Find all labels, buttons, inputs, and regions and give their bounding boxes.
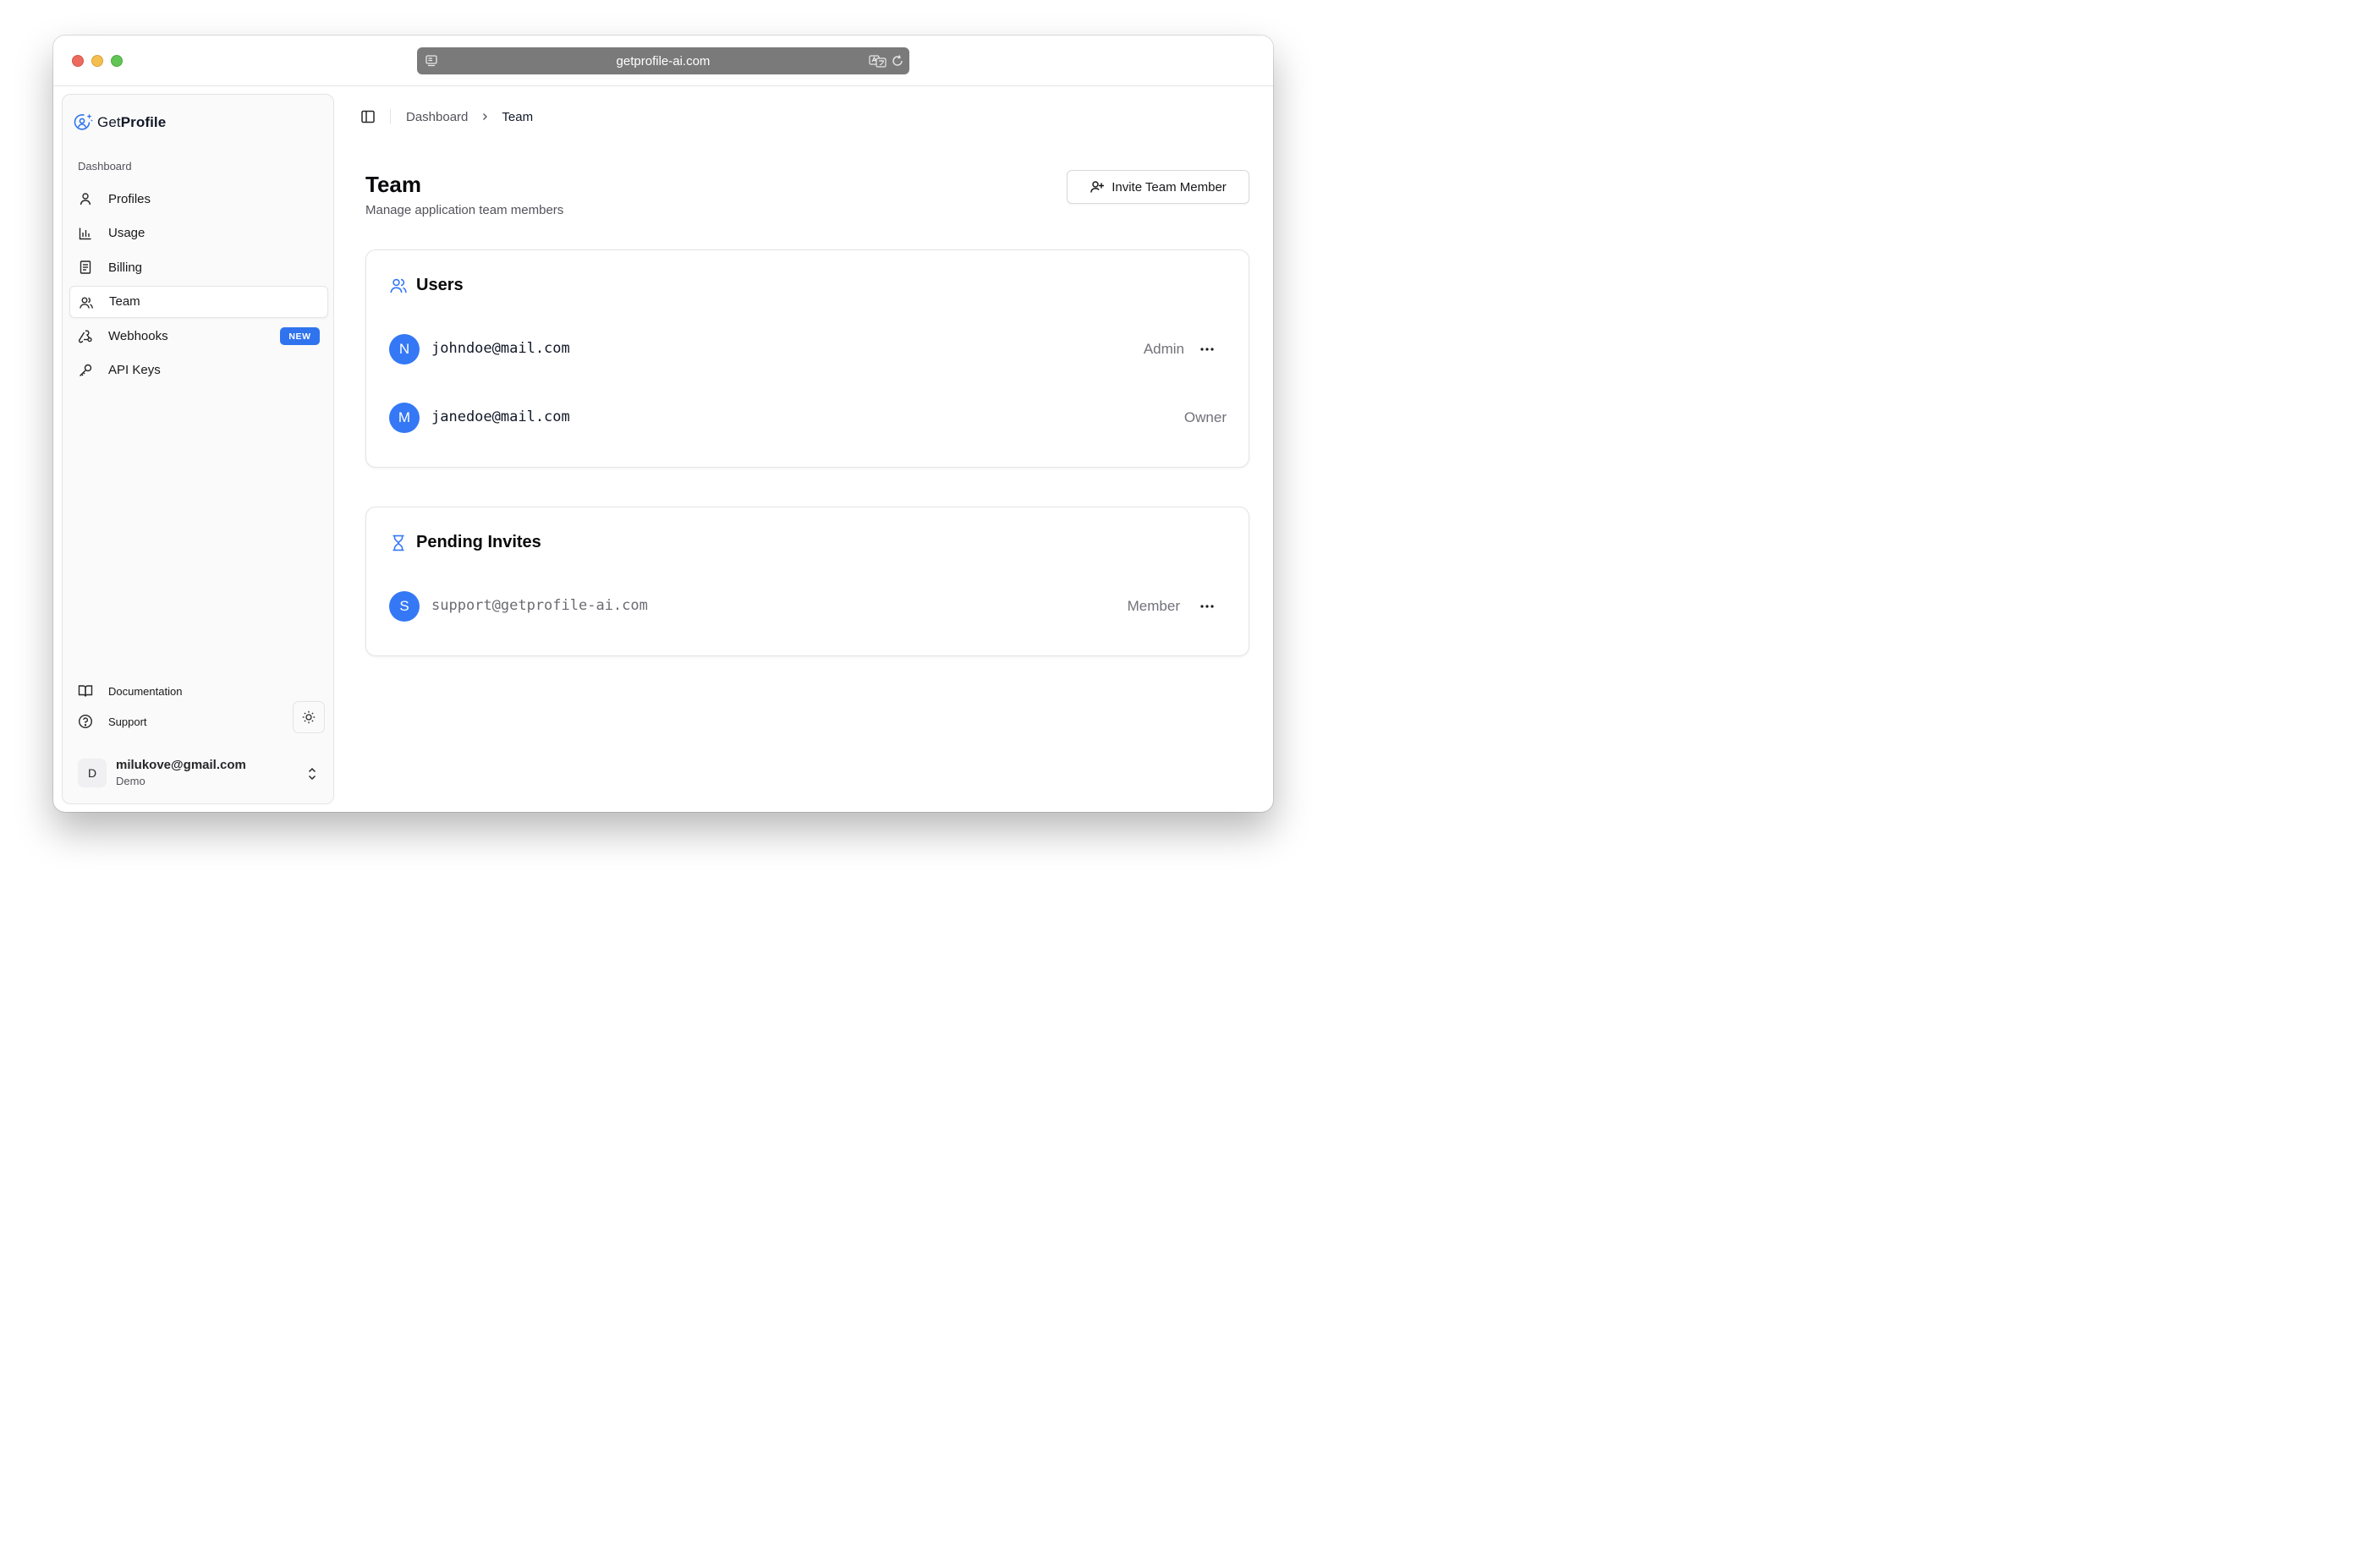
sidebar-item-webhooks[interactable]: Webhooks NEW	[69, 320, 328, 352]
page-subtitle: Manage application team members	[365, 203, 564, 217]
invite-role: Member	[1127, 598, 1180, 614]
table-row: M janedoe@mail.com Owner	[389, 403, 1227, 433]
table-row: N johndoe@mail.com Admin	[389, 334, 1227, 365]
sidebar-tab-icon[interactable]	[425, 54, 438, 68]
breadcrumb-current: Team	[502, 109, 534, 124]
sidebar-item-label: API Keys	[108, 363, 161, 378]
sidebar-nav: Profiles Usage Billing Team Webhooks NEW…	[69, 183, 328, 389]
brand-name: GetProfile	[97, 114, 167, 130]
minimize-window-button[interactable]	[91, 55, 103, 67]
member-role: Owner	[1183, 409, 1227, 425]
breadcrumb: Dashboard Team	[360, 108, 533, 125]
pending-card-title: Pending Invites	[416, 533, 541, 551]
user-icon	[80, 193, 91, 206]
new-badge: NEW	[280, 327, 320, 346]
receipt-icon	[80, 260, 91, 274]
row-actions-button[interactable]	[1198, 597, 1216, 616]
maximize-window-button[interactable]	[111, 55, 123, 67]
sidebar-item-label: Billing	[108, 260, 143, 275]
support-link[interactable]: Support	[78, 714, 147, 729]
sidebar-section-label: Dashboard	[78, 160, 132, 173]
sidebar-item-usage[interactable]: Usage	[69, 217, 328, 249]
hourglass-icon	[392, 535, 404, 551]
address-bar[interactable]: getprofile-ai.com	[417, 47, 909, 74]
row-actions-button[interactable]	[1198, 340, 1216, 359]
member-email: johndoe@mail.com	[431, 340, 570, 357]
reload-icon[interactable]	[891, 54, 904, 68]
invite-email: support@getprofile-ai.com	[431, 597, 648, 614]
url-text[interactable]: getprofile-ai.com	[617, 54, 711, 69]
avatar: S	[389, 591, 420, 622]
page-title: Team	[365, 172, 421, 197]
member-email: janedoe@mail.com	[431, 408, 570, 425]
users-card-header: Users	[389, 276, 464, 295]
brand-logo[interactable]: GetProfile	[74, 112, 166, 133]
translate-icon[interactable]	[869, 54, 887, 68]
help-circle-icon	[78, 714, 93, 729]
browser-titlebar: getprofile-ai.com	[53, 36, 1273, 86]
documentation-link[interactable]: Documentation	[78, 683, 182, 699]
sidebar-item-billing[interactable]: Billing	[69, 251, 328, 283]
browser-window: getprofile-ai.com GetProfile Dashboard P…	[53, 36, 1273, 812]
chevron-right-icon	[483, 113, 488, 120]
member-role: Admin	[1143, 341, 1184, 357]
sun-icon	[302, 710, 316, 724]
sidebar-toggle-icon[interactable]	[360, 109, 376, 124]
invite-team-member-button[interactable]: Invite Team Member	[1067, 170, 1249, 204]
sidebar-item-label: Profiles	[108, 191, 151, 206]
avatar: M	[389, 403, 420, 433]
close-window-button[interactable]	[72, 55, 84, 67]
key-icon	[80, 364, 92, 376]
main-content: Dashboard Team Team Manage application t…	[335, 86, 1273, 812]
documentation-label: Documentation	[108, 684, 183, 698]
user-plus-icon	[1090, 181, 1105, 193]
avatar: D	[78, 759, 107, 787]
book-open-icon	[78, 685, 93, 697]
users-icon	[390, 278, 407, 293]
users-icon	[80, 297, 93, 309]
support-label: Support	[108, 715, 147, 728]
theme-toggle-button[interactable]	[293, 701, 325, 733]
users-card: Users N johndoe@mail.com Admin M janedoe…	[365, 249, 1249, 468]
breadcrumb-dashboard[interactable]: Dashboard	[406, 110, 468, 124]
sidebar-item-label: Webhooks	[108, 328, 168, 343]
app-sidebar: GetProfile Dashboard Profiles Usage Bill…	[62, 94, 334, 804]
avatar: N	[389, 334, 420, 365]
sidebar-item-profiles[interactable]: Profiles	[69, 183, 328, 215]
sidebar-item-label: Team	[109, 294, 140, 310]
chevrons-up-down-icon	[308, 767, 316, 781]
invite-button-label: Invite Team Member	[1112, 179, 1227, 195]
table-row: S support@getprofile-ai.com Member	[389, 591, 1227, 622]
webhook-icon	[78, 330, 92, 343]
more-horizontal-icon	[1200, 348, 1214, 351]
account-plan: Demo	[116, 775, 145, 787]
sidebar-item-api-keys[interactable]: API Keys	[69, 354, 328, 387]
divider	[390, 109, 391, 124]
sidebar-item-label: Usage	[108, 226, 145, 241]
pending-invites-card: Pending Invites S support@getprofile-ai.…	[365, 507, 1249, 656]
users-card-title: Users	[416, 276, 464, 294]
getprofile-logo-icon	[74, 113, 93, 130]
account-switcher[interactable]: D milukove@gmail.com Demo	[78, 758, 323, 790]
account-email: milukove@gmail.com	[116, 758, 246, 772]
pending-card-header: Pending Invites	[389, 533, 541, 552]
sidebar-item-team[interactable]: Team	[69, 285, 328, 318]
more-horizontal-icon	[1200, 605, 1214, 608]
bar-chart-icon	[79, 228, 91, 239]
